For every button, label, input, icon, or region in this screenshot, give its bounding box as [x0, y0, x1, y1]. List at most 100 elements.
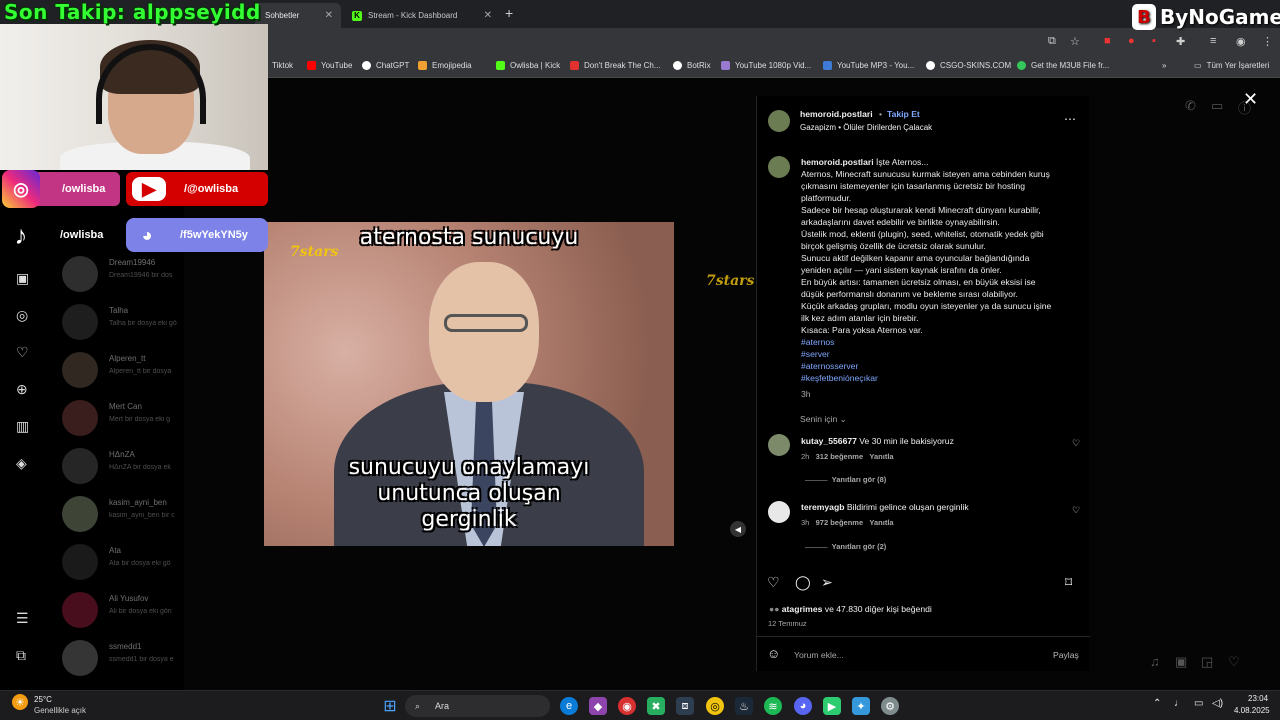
sticker-icon[interactable]: ◲	[1201, 654, 1213, 670]
follow-button[interactable]: Takip Et	[887, 109, 920, 119]
profile-icon[interactable]: ◈	[16, 455, 27, 472]
clock-time[interactable]: 23:04	[1248, 694, 1268, 703]
extension-icon[interactable]: ▪	[1152, 35, 1156, 47]
menu-icon[interactable]: ⋮	[1262, 35, 1273, 48]
windows-start-icon[interactable]: ⊞	[381, 697, 399, 715]
bookmark-icon[interactable]: ⌑	[1065, 574, 1072, 591]
copilot-icon[interactable]: ◆	[589, 697, 607, 715]
heart-icon[interactable]: ♡	[1228, 654, 1240, 670]
all-bookmarks[interactable]: ▭ Tüm Yer İşaretleri	[1194, 61, 1269, 70]
heart-icon[interactable]: ♡	[1072, 505, 1080, 516]
edge-icon[interactable]: e	[560, 697, 578, 715]
bookmark-emojipedia[interactable]: Emojipedia	[418, 61, 472, 70]
more-options-icon[interactable]: ⋯	[1064, 112, 1076, 126]
volume-icon[interactable]: ◁)	[1212, 698, 1223, 709]
mute-icon[interactable]: ◀	[730, 521, 746, 537]
comment-user[interactable]: kutay_556677	[801, 436, 857, 446]
bookmark-owlisba-kick[interactable]: Owlisba | Kick	[496, 61, 560, 70]
extension-icon[interactable]: ■	[1104, 35, 1111, 47]
monitor-icon[interactable]: ▭	[1194, 698, 1203, 709]
close-icon[interactable]: ✕	[1243, 89, 1258, 110]
new-tab-icon[interactable]: +	[505, 5, 513, 21]
comment-sort[interactable]: Senin için ⌄	[800, 414, 847, 425]
dm-list-item[interactable]: Alperen_tt Alperen_tt bir dosya	[62, 350, 182, 390]
hashtag-link[interactable]: #keşfetbenióneçıkar	[801, 372, 1081, 384]
video-call-icon[interactable]: ▭	[1211, 98, 1223, 114]
create-icon[interactable]: ⊕	[16, 381, 28, 398]
liker-username[interactable]: atagrimes	[782, 604, 823, 614]
reel-video[interactable]: 7stars aternosta sunucuyu sunucuyu onayl…	[264, 222, 674, 546]
chrome-icon[interactable]: ◎	[706, 697, 724, 715]
bookmarks-more-icon[interactable]: »	[1162, 61, 1166, 70]
bookmark-youtube-1080p[interactable]: YouTube 1080p Vid...	[721, 61, 811, 70]
comment-user[interactable]: teremyagb	[801, 502, 844, 512]
apps-icon[interactable]: ⧉	[16, 647, 26, 664]
messenger-icon[interactable]: ◎	[16, 307, 28, 324]
like-icon[interactable]: ♡	[767, 574, 780, 591]
insights-icon[interactable]: ▥	[16, 418, 29, 435]
menu-icon[interactable]: ☰	[16, 610, 29, 627]
share-button[interactable]: Paylaş	[1053, 650, 1079, 660]
avatar[interactable]	[768, 110, 790, 132]
image-icon[interactable]: ▣	[1175, 654, 1187, 670]
close-tab-icon[interactable]: ✕	[484, 10, 492, 21]
star-icon[interactable]: ☆	[1070, 35, 1080, 48]
caption-username[interactable]: hemoroid.postlari	[801, 157, 874, 167]
emoji-icon[interactable]: ☺	[767, 646, 780, 661]
comment-likes[interactable]: 972 beğenme	[816, 518, 864, 527]
reels-icon[interactable]: ▣	[16, 270, 29, 287]
reply-button[interactable]: Yanıtla	[869, 518, 893, 527]
app-icon[interactable]: ◉	[618, 697, 636, 715]
weather-desc[interactable]: Genellikle açık	[34, 706, 86, 715]
dm-list-item[interactable]: kasim_ayni_ben kasim_ayni_ben bir c	[62, 494, 182, 534]
view-replies-2[interactable]: ——— Yanıtları gör (2)	[805, 542, 886, 551]
dm-list-item[interactable]: HΔnZA HΔnZA bir dosya ek	[62, 446, 182, 486]
comment-icon[interactable]: ◯	[795, 574, 811, 591]
bookmark-dont-break[interactable]: Don't Break The Ch...	[570, 61, 661, 70]
post-audio[interactable]: Gazapizm • Ölüler Dirilerden Çalacak	[800, 123, 932, 132]
dm-list-item[interactable]: Ali Yusufov Ali bir dosya eki gön	[62, 590, 182, 630]
hashtag-link[interactable]: #server	[801, 348, 1081, 360]
view-replies-1[interactable]: ——— Yanıtları gör (8)	[805, 475, 886, 484]
puzzle-icon[interactable]: ✚	[1176, 35, 1185, 48]
phone-icon[interactable]: ✆	[1185, 98, 1196, 114]
bookmark-csgo-skins[interactable]: CSGO-SKINS.COM	[926, 61, 1011, 70]
dm-list-item[interactable]: ssmedd1 ssmedd1 bir dosya e	[62, 638, 182, 678]
avatar[interactable]	[768, 156, 790, 178]
spotify-icon[interactable]: ≋	[764, 697, 782, 715]
chevron-up-icon[interactable]: ⌃	[1153, 698, 1161, 709]
taskbar-search[interactable]: ⌕ Ara	[405, 695, 550, 717]
bookmark-m3u8[interactable]: Get the M3U8 File fr...	[1017, 61, 1109, 70]
hashtag-link[interactable]: #aternosserver	[801, 360, 1081, 372]
weather-icon[interactable]: ☀	[12, 694, 28, 710]
extension-icon[interactable]: ●	[1128, 35, 1135, 47]
settings-icon[interactable]: ⚙	[881, 697, 899, 715]
bookmark-botrix[interactable]: BotRix	[673, 61, 711, 70]
avatar[interactable]	[768, 501, 790, 523]
media-icon[interactable]: ≡	[1210, 35, 1216, 47]
dm-list-item[interactable]: Talha Talha bir dosya eki gö	[62, 302, 182, 342]
bookmark-youtube[interactable]: YouTube	[307, 61, 352, 70]
reply-button[interactable]: Yanıtla	[869, 452, 893, 461]
discord-icon[interactable]: ◕	[794, 697, 812, 715]
avatar[interactable]	[768, 434, 790, 456]
app-icon[interactable]: ✦	[852, 697, 870, 715]
bookmark-chatgpt[interactable]: ChatGPT	[362, 61, 409, 70]
comment-likes[interactable]: 312 beğenme	[816, 452, 864, 461]
dm-list-item[interactable]: Ata Ata bir dosya eki gö	[62, 542, 182, 582]
dm-list-item[interactable]: Dream19946 Dream19946 bir dos	[62, 254, 182, 294]
avatar[interactable]: ◉	[1236, 35, 1246, 48]
close-tab-icon[interactable]: ✕	[325, 10, 333, 21]
share-icon[interactable]: ➢	[821, 574, 833, 591]
heart-icon[interactable]: ♡	[16, 344, 29, 361]
install-icon[interactable]: ⧉	[1048, 35, 1056, 48]
clock-date[interactable]: 4.08.2025	[1234, 706, 1270, 715]
microphone-icon[interactable]: ♩	[1174, 698, 1184, 709]
microphone-icon[interactable]: ♫	[1150, 654, 1160, 669]
bookmark-tiktok[interactable]: Tiktok	[272, 61, 293, 70]
weather-temp[interactable]: 25°C	[34, 695, 52, 704]
dm-list-item[interactable]: Mert Can Mert bir dosya eki g	[62, 398, 182, 438]
app-icon[interactable]: ⧈	[676, 697, 694, 715]
kick-icon[interactable]: ▶	[823, 697, 841, 715]
heart-icon[interactable]: ♡	[1072, 438, 1080, 449]
